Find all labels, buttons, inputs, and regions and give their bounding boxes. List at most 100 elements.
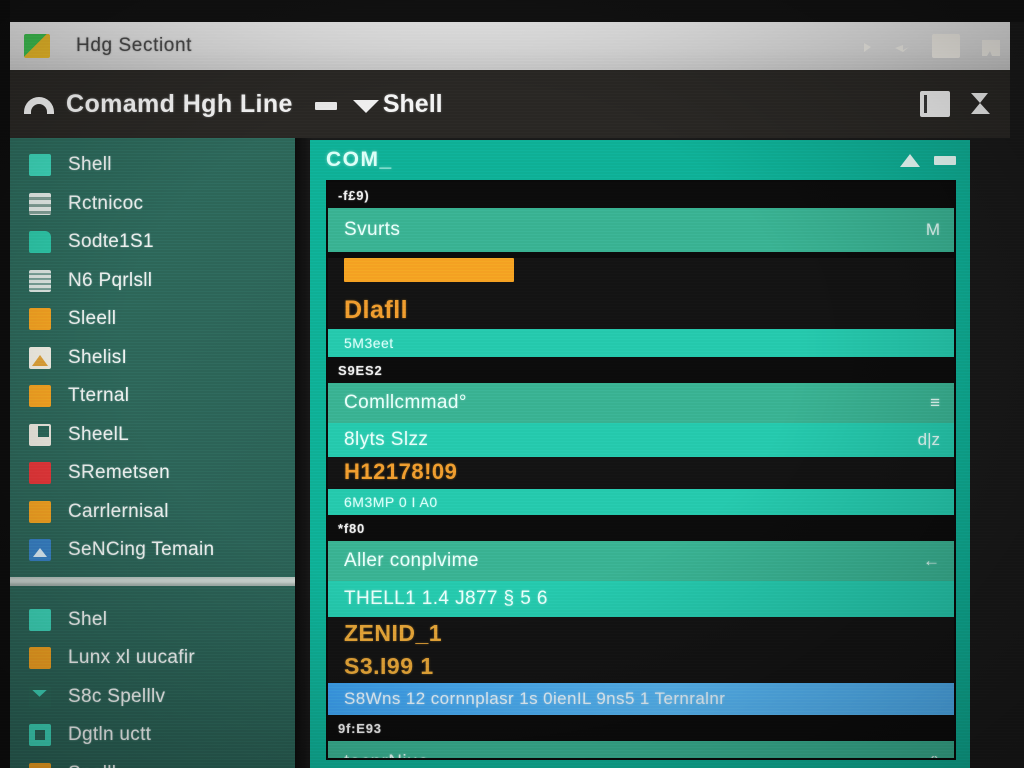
sidebar-item[interactable]: Spelll- (10, 755, 295, 768)
row-value-text: ZENID_1 (328, 617, 954, 650)
sidebar-item[interactable]: Sleell (10, 300, 295, 339)
row-tag-label: S9ES2 (338, 362, 383, 378)
sidebar-item[interactable]: Sodte1S1 (10, 223, 295, 262)
share-icon[interactable] (852, 38, 872, 55)
sidebar-item-swatch-icon (29, 154, 51, 177)
row-bar-label: S8Wns 12 cornnplasr 1s 0ienIL 9ns5 1 Ter… (344, 689, 726, 708)
row-heading-text: H12178!09 (328, 457, 954, 489)
row-bar-action-icon[interactable]: M (926, 220, 940, 240)
sidebar-item-label: Sodte1S1 (68, 231, 154, 253)
row-bar[interactable]: tecnrNiue () (328, 741, 954, 758)
window-frame-left (0, 0, 10, 768)
sidebar-item-swatch-icon (29, 539, 51, 562)
row-bar[interactable]: S8Wns 12 cornnplasr 1s 0ienIL 9ns5 1 Ter… (328, 683, 954, 715)
sidebar-item-label: Carrlernisal (68, 500, 169, 522)
row-bar-label: tecnrNiue (344, 752, 429, 758)
app-logo-icon (24, 34, 50, 58)
main-panel-body[interactable]: -f£9) Svurts M Dlafll 5M3eet S9ES2 Comllcmmad°… (326, 180, 956, 760)
chevron-down-icon[interactable] (352, 99, 379, 113)
row-list: -f£9) Svurts M Dlafll 5M3eet S9ES2 Comllcmmad°… (328, 182, 954, 758)
sidebar-toggle-icon[interactable] (920, 91, 950, 117)
sidebar-item[interactable]: Shell (10, 146, 295, 185)
sidebar-item[interactable]: N6 Pqrlsll (10, 262, 295, 301)
sidebar-item[interactable]: Rctnicoc (10, 185, 295, 224)
row-bar-action-icon[interactable]: ← (923, 551, 940, 571)
sidebar-item-swatch-icon (29, 685, 51, 708)
row-bar[interactable]: 6M3MP 0 I A0 (328, 489, 954, 515)
sidebar-item-label: Lunx xl uucafir (68, 647, 196, 669)
row-bar[interactable]: THELL1 1.4 J877 § 5 6 (328, 581, 954, 617)
row-tag-label: *f80 (338, 520, 366, 536)
sidebar-groups: Shell Rctnicoc Sodte1S1 N6 Pqrlsll Sleell She… (10, 138, 295, 768)
row-bar-label: 6M3MP 0 I A0 (344, 494, 438, 510)
pointer-icon[interactable] (892, 38, 912, 55)
sidebar-item-swatch-icon (29, 192, 51, 215)
title-bar-controls (852, 34, 1000, 58)
sidebar-item-label: ShelisI (68, 346, 128, 368)
sidebar-item-swatch-icon (29, 308, 51, 331)
sidebar-item-swatch-icon (29, 462, 51, 485)
sidebar-item-label: Dgtln uctt (68, 724, 152, 746)
sidebar-item-swatch-icon (29, 269, 51, 292)
row-bar-action-icon[interactable]: d|z (918, 430, 940, 450)
sidebar: Shell Rctnicoc Sodte1S1 N6 Pqrlsll Sleell She… (10, 138, 295, 768)
row-tag: *f80 (328, 515, 954, 541)
sidebar-item[interactable]: S8c Spelllv (10, 678, 295, 717)
sidebar-item[interactable]: ShelisI (10, 339, 295, 378)
sidebar-item-swatch-icon (29, 724, 51, 747)
sidebar-item[interactable]: SRemetsen (10, 454, 295, 493)
row-bar[interactable]: 5M3eet (328, 329, 954, 357)
progress-bar[interactable] (344, 258, 514, 282)
flag-icon[interactable] (968, 91, 996, 117)
sidebar-item-label: Tternal (68, 385, 130, 407)
app-title: Comamd Hgh Line (66, 89, 293, 118)
row-tag: -f£9) (328, 182, 954, 208)
sidebar-item-label: Rctnicoc (68, 192, 144, 214)
restore-icon[interactable] (980, 38, 1000, 56)
sidebar-item-swatch-icon (29, 647, 51, 670)
sidebar-item[interactable]: Shel (10, 601, 295, 640)
nav-subtitle: Shell (382, 89, 443, 118)
row-bar-label: THELL1 1.4 J877 § 5 6 (344, 588, 548, 609)
row-bar[interactable]: Comllcmmad° ≡ (328, 383, 954, 423)
nav-separator (314, 102, 337, 110)
row-tag: S9ES2 (328, 357, 954, 383)
sidebar-item[interactable]: Dgtln uctt (10, 716, 295, 755)
row-bar[interactable]: Aller conplvime ← (328, 541, 954, 581)
sidebar-item[interactable]: Lunx xl uucafir (10, 639, 295, 678)
sidebar-item[interactable]: Carrlernisal (10, 493, 295, 532)
maximize-icon[interactable] (932, 34, 960, 58)
row-tag: 9f:E93 (328, 715, 954, 741)
os-title-bar: Hdg Sectiont (10, 22, 1010, 70)
sidebar-item-swatch-icon (29, 423, 51, 446)
sidebar-item[interactable]: Tternal (10, 377, 295, 416)
collapse-up-icon[interactable] (900, 153, 920, 167)
sidebar-group: Shell Rctnicoc Sodte1S1 N6 Pqrlsll Sleell She… (10, 138, 295, 570)
minimize-icon[interactable] (934, 155, 956, 165)
sidebar-item-label: Spelll- (68, 763, 123, 768)
row-bar-label: 5M3eet (344, 335, 394, 351)
main-panel-title: COM_ (326, 148, 393, 171)
row-bar-action-icon[interactable]: () (929, 753, 940, 758)
sidebar-item-label: SeNCing Temain (68, 539, 215, 561)
sidebar-item-label: Shel (68, 608, 108, 630)
row-bar[interactable]: 8lyts Slzz d|z (328, 423, 954, 457)
row-bar-label: Svurts (344, 219, 401, 240)
row-tag-label: -f£9) (338, 187, 370, 203)
row-bar[interactable]: Svurts M (328, 208, 954, 252)
app-nav-bar: Comamd Hgh Line Shell (10, 70, 1010, 138)
sidebar-item-swatch-icon (29, 762, 51, 768)
sidebar-item[interactable]: SeNCing Temain (10, 531, 295, 570)
row-bar-action-icon[interactable]: ≡ (930, 393, 940, 413)
row-bar-label: Comllcmmad° (344, 392, 467, 413)
main-panel-header: COM_ (310, 140, 970, 180)
screen-root: Hdg Sectiont Comamd Hgh Line Shell Shell… (0, 0, 1024, 768)
sidebar-item-label: N6 Pqrlsll (68, 269, 153, 291)
sidebar-item-label: Shell (68, 154, 112, 176)
main-panel: COM_ -f£9) Svurts M Dlafll 5M3eet S9ES2 Comllc… (310, 140, 970, 768)
row-bar-label: 8lyts Slzz (344, 429, 429, 450)
sidebar-item-swatch-icon (29, 385, 51, 408)
sidebar-item-label: S8c Spelllv (68, 685, 166, 707)
sidebar-item[interactable]: SheelL (10, 416, 295, 455)
sidebar-item-swatch-icon (29, 231, 51, 254)
